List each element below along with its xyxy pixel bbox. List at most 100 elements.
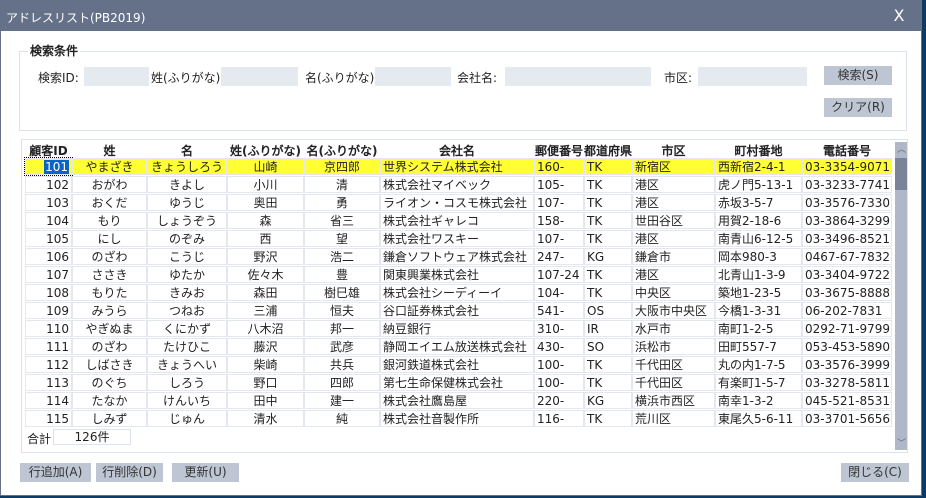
search-id-input[interactable] — [84, 67, 149, 86]
cell-mei-kana[interactable]: 邦一 — [304, 320, 380, 337]
cell-customer-id[interactable]: 104 — [25, 212, 72, 229]
cell-address[interactable]: 今橋1-3-31 — [715, 302, 802, 319]
table-row[interactable]: 104 もり しょうぞう森省三 株式会社ギャレコ 158- TK 世田谷区 用賀2-18-6 0… — [25, 212, 893, 230]
mei-kana-input[interactable] — [375, 67, 451, 86]
cell-customer-id[interactable]: 112 — [25, 356, 72, 373]
city-input[interactable] — [698, 67, 807, 86]
vertical-scrollbar[interactable]: ︿ ﹀ — [895, 142, 907, 450]
cell-city[interactable]: 港区 — [632, 176, 715, 193]
column-header-sei[interactable]: 姓 — [72, 142, 147, 158]
cell-city[interactable]: 千代田区 — [632, 356, 715, 373]
table-row[interactable]: 108 もりた きみお 森田 樹巳雄 株式会社シーディーイ 104- TK 中央区 築地1-23-… — [25, 284, 893, 302]
cell-mei-kana[interactable]: 恒夫 — [304, 302, 380, 319]
cell-city[interactable]: 横浜市西区 — [632, 392, 715, 409]
column-header-mei[interactable]: 名 — [147, 142, 227, 158]
sei-kana-input[interactable] — [221, 67, 298, 86]
cell-customer-id[interactable]: 111 — [25, 338, 72, 355]
cell-mei[interactable]: のぞみ — [147, 230, 227, 247]
cell-address[interactable]: 東尾久5-6-11 — [715, 410, 802, 427]
cell-phone[interactable]: 03-3354-9071 — [802, 158, 892, 175]
cell-mei[interactable]: きょうしろう — [147, 158, 227, 175]
cell-sei-kana[interactable]: 山崎 — [227, 158, 304, 175]
cell-zip[interactable]: 107- — [534, 230, 584, 247]
close-icon[interactable]: X — [877, 1, 921, 31]
cell-address[interactable]: 南町1-2-5 — [715, 320, 802, 337]
cell-mei-kana[interactable]: 清 — [304, 176, 380, 193]
search-button[interactable]: 検索(S) — [824, 66, 892, 85]
cell-customer-id[interactable]: 101 — [24, 157, 73, 176]
cell-address[interactable]: 築地1-23-5 — [715, 284, 802, 301]
column-header-zip[interactable]: 郵便番号 — [534, 142, 584, 158]
column-header-company[interactable]: 会社名 — [380, 142, 534, 158]
cell-sei[interactable]: のぐち — [72, 374, 147, 391]
cell-address[interactable]: 岡本980-3 — [715, 248, 802, 265]
company-input[interactable] — [505, 67, 651, 86]
cell-customer-id[interactable]: 115 — [25, 410, 72, 427]
cell-prefecture[interactable]: KG — [584, 392, 632, 409]
cell-city[interactable]: 港区 — [632, 230, 715, 247]
cell-customer-id[interactable]: 108 — [25, 284, 72, 301]
cell-sei[interactable]: やまざき — [72, 158, 147, 175]
cell-address[interactable]: 田町557-7 — [715, 338, 802, 355]
cell-zip[interactable]: 160- — [534, 158, 584, 175]
cell-sei-kana[interactable]: 西 — [227, 230, 304, 247]
column-header-address[interactable]: 町村番地 — [715, 142, 802, 158]
cell-customer-id[interactable]: 110 — [25, 320, 72, 337]
cell-mei[interactable]: きよし — [147, 176, 227, 193]
cell-mei-kana[interactable]: 樹巳雄 — [304, 284, 380, 301]
table-row[interactable]: 110 やぎぬま くにかず 八木沼 邦一 納豆銀行 310- IR 水戸市 南町1-2-5 0292… — [25, 320, 893, 338]
cell-sei[interactable]: しみず — [72, 410, 147, 427]
cell-prefecture[interactable]: TK — [584, 410, 632, 427]
cell-phone[interactable]: 03-3404-9722 — [802, 266, 892, 283]
cell-phone[interactable]: 053-453-5890 — [802, 338, 892, 355]
cell-zip[interactable]: 104- — [534, 284, 584, 301]
cell-phone[interactable]: 03-3576-7330 — [802, 194, 892, 211]
cell-address[interactable]: 西新宿2-4-1 — [715, 158, 802, 175]
cell-zip[interactable]: 100- — [534, 374, 584, 391]
scroll-thumb[interactable] — [895, 158, 907, 190]
cell-sei-kana[interactable]: 森 — [227, 212, 304, 229]
cell-mei[interactable]: くにかず — [147, 320, 227, 337]
cell-city[interactable]: 港区 — [632, 266, 715, 283]
cell-prefecture[interactable]: TK — [584, 266, 632, 283]
table-row[interactable]: 115 しみず じゅん 清水純株式会社音製作所 116- TK 荒川区 東尾久5-6-11 03… — [25, 410, 893, 428]
cell-mei-kana[interactable]: 四郎 — [304, 374, 380, 391]
cell-company[interactable]: ライオン・コスモ株式会社 — [380, 194, 534, 211]
cell-prefecture[interactable]: TK — [584, 158, 632, 175]
cell-sei-kana[interactable]: 森田 — [227, 284, 304, 301]
table-row[interactable]: 109 みうら つねお 三浦 恒夫 谷口証券株式会社 541- OS 大阪市中央区 今橋1-3-3… — [25, 302, 893, 320]
cell-sei[interactable]: おくだ — [72, 194, 147, 211]
cell-company[interactable]: 静岡エイエム放送株式会社 — [380, 338, 534, 355]
cell-sei-kana[interactable]: 田中 — [227, 392, 304, 409]
cell-prefecture[interactable]: TK — [584, 194, 632, 211]
scroll-up-icon[interactable]: ︿ — [895, 142, 907, 156]
cell-sei-kana[interactable]: 小川 — [227, 176, 304, 193]
cell-sei-kana[interactable]: 藤沢 — [227, 338, 304, 355]
cell-mei-kana[interactable]: 省三 — [304, 212, 380, 229]
cell-mei[interactable]: じゅん — [147, 410, 227, 427]
cell-sei[interactable]: のざわ — [72, 338, 147, 355]
cell-city[interactable]: 世田谷区 — [632, 212, 715, 229]
cell-phone[interactable]: 0292-71-9799 — [802, 320, 892, 337]
cell-sei-kana[interactable]: 野沢 — [227, 248, 304, 265]
cell-customer-id[interactable]: 106 — [25, 248, 72, 265]
cell-address[interactable]: 北青山1-3-9 — [715, 266, 802, 283]
table-row[interactable]: 112 しばさき きょうへい 柴崎 共兵 銀河鉄道株式会社 100- TK 千代田区 丸の内1-7… — [25, 356, 893, 374]
cell-zip[interactable]: 107- — [534, 194, 584, 211]
table-row[interactable]: 113 のぐち しろう 野口 四郎 第七生命保健株式会社 100- TK 千代田区 有楽町1-5-… — [25, 374, 893, 392]
table-row[interactable]: 105 にし のぞみ西望株式会社ワスキー 107- TK 港区 南青山6-12-5 03-34… — [25, 230, 893, 248]
column-header-sei-kana[interactable]: 姓(ふりがな) — [227, 142, 304, 158]
cell-sei[interactable]: もり — [72, 212, 147, 229]
column-header-prefecture[interactable]: 都道府県 — [584, 142, 632, 158]
cell-mei-kana[interactable]: 建一 — [304, 392, 380, 409]
cell-phone[interactable]: 03-3864-3299 — [802, 212, 892, 229]
column-header-city[interactable]: 市区 — [632, 142, 715, 158]
cell-company[interactable]: 谷口証券株式会社 — [380, 302, 534, 319]
cell-company[interactable]: 世界システム株式会社 — [380, 158, 534, 175]
cell-city[interactable]: 港区 — [632, 194, 715, 211]
cell-phone[interactable]: 03-3233-7741 — [802, 176, 892, 193]
cell-customer-id[interactable]: 107 — [25, 266, 72, 283]
cell-phone[interactable]: 03-3278-5811 — [802, 374, 892, 391]
cell-sei-kana[interactable]: 清水 — [227, 410, 304, 427]
cell-mei-kana[interactable]: 浩二 — [304, 248, 380, 265]
